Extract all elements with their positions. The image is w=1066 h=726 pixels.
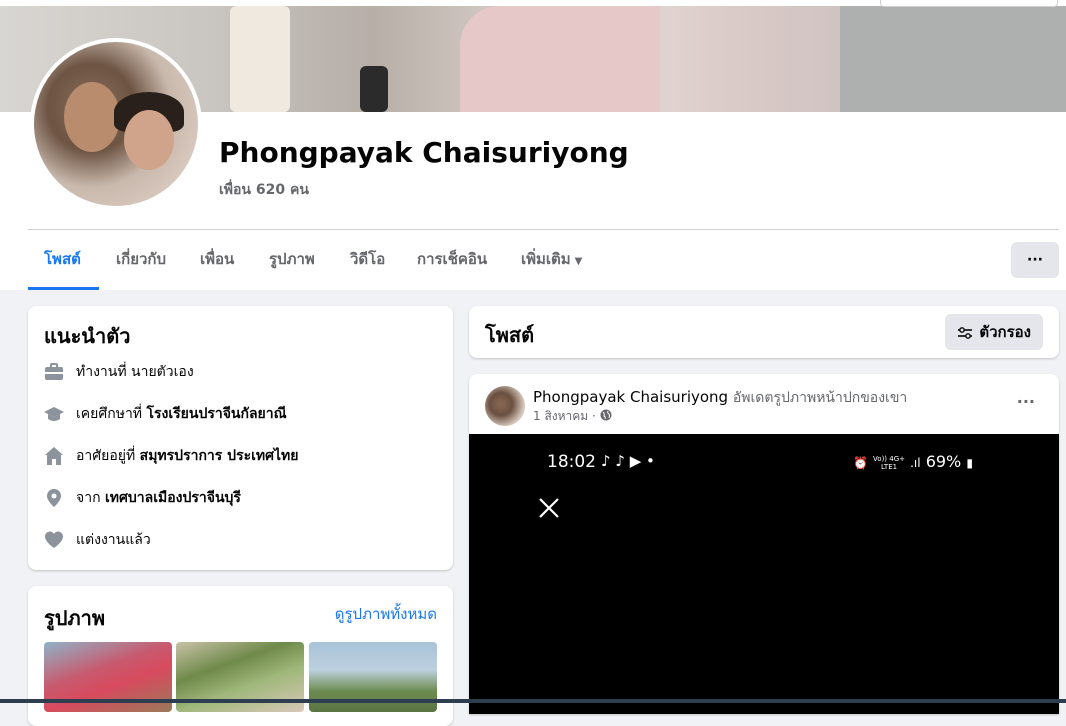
- globe-icon: [600, 409, 612, 421]
- friend-count[interactable]: เพื่อน 620 คน: [219, 179, 309, 201]
- avatar-image: [34, 42, 198, 206]
- sliders-icon: [958, 326, 973, 339]
- location-pin-icon: [47, 489, 61, 507]
- intro-education-prefix: เคยศึกษาที่: [76, 406, 147, 422]
- avatar-face-1: [64, 82, 120, 152]
- post-action-text: อัพเดตรูปภาพหน้าปกของเขา: [732, 390, 908, 406]
- close-icon: [539, 498, 559, 518]
- post-card: Phongpayak Chaisuriyong อัพเดตรูปภาพหน้า…: [469, 374, 1059, 714]
- cover-shape-watch: [360, 66, 388, 112]
- photos-card: รูปภาพ ดูรูปภาพทั้งหมด: [28, 586, 453, 726]
- see-all-photos-link[interactable]: ดูรูปภาพทั้งหมด: [335, 602, 437, 626]
- intro-from-value[interactable]: เทศบาลเมืองปราจีนบุรี: [105, 490, 241, 506]
- caret-down-icon: ▼: [574, 256, 583, 267]
- cover-shape-person: [460, 6, 660, 112]
- taskbar-edge: [0, 699, 1066, 703]
- intro-title: แนะนำตัว: [44, 324, 131, 348]
- cover-shape-cup: [230, 6, 290, 112]
- tab-photos-label: รูปภาพ: [269, 250, 315, 268]
- photos-title[interactable]: รูปภาพ: [44, 602, 105, 634]
- phone-status-time: 18:02: [547, 452, 596, 472]
- filter-button[interactable]: ตัวกรอง: [945, 314, 1043, 350]
- profile-avatar[interactable]: [30, 38, 202, 210]
- briefcase-icon: [45, 363, 63, 380]
- signal-icon: .ıl: [910, 456, 921, 470]
- tab-about[interactable]: เกี่ยวกับ: [116, 230, 166, 288]
- home-icon: [45, 447, 63, 465]
- phone-status-right: ⏰ Vo)) 4G+ LTE1 .ıl 69% ▮: [853, 452, 973, 471]
- posts-title: โพสต์: [485, 323, 535, 347]
- intro-from-prefix: จาก: [76, 490, 105, 506]
- intro-work-prefix: ทำงานที่: [76, 364, 132, 380]
- intro-card: แนะนำตัว ทำงานที่ นายตัวเอง เคยศึกษาที่ …: [28, 306, 453, 570]
- post-meta: 1 สิงหาคม ·: [533, 407, 612, 426]
- intro-education-value[interactable]: โรงเรียนปราจีนกัลยาณี: [147, 406, 287, 422]
- edit-cover-button[interactable]: [880, 0, 1058, 7]
- network-bottom-label: LTE1: [880, 462, 898, 471]
- intro-lives-value[interactable]: สมุทรปราการ ประเทศไทย: [140, 448, 299, 464]
- post-options-button[interactable]: ···: [1017, 392, 1035, 411]
- avatar-face-2: [124, 110, 174, 170]
- post-header: Phongpayak Chaisuriyong อัพเดตรูปภาพหน้า…: [533, 387, 907, 409]
- posts-header-card: โพสต์ ตัวกรอง: [469, 306, 1059, 358]
- intro-work-value[interactable]: นายตัวเอง: [131, 364, 194, 380]
- tab-friends-label: เพื่อน: [200, 250, 235, 268]
- tab-checkins-label: การเช็คอิน: [417, 250, 488, 268]
- tiktok-icon: ♪: [601, 452, 611, 470]
- tiktok-icon: ♪: [615, 452, 625, 470]
- graduation-cap-icon: [44, 407, 64, 421]
- battery-icon: ▮: [966, 456, 973, 470]
- network-indicator: Vo)) 4G+ LTE1: [873, 455, 905, 471]
- tab-checkins[interactable]: การเช็คอิน: [417, 230, 487, 288]
- active-tab-indicator: [28, 287, 99, 290]
- battery-level: 69%: [925, 452, 962, 471]
- cover-shape-background: [840, 6, 1066, 112]
- profile-name: Phongpayak Chaisuriyong: [219, 136, 629, 169]
- dot-icon: •: [646, 452, 655, 470]
- network-top-label: Vo)) 4G+: [873, 454, 906, 463]
- post-date[interactable]: 1 สิงหาคม ·: [533, 409, 600, 423]
- post-author-name[interactable]: Phongpayak Chaisuriyong: [533, 388, 728, 406]
- filter-label: ตัวกรอง: [979, 323, 1031, 341]
- tab-posts[interactable]: โพสต์: [44, 230, 81, 288]
- tab-videos-label: วิดีโอ: [350, 250, 386, 268]
- tab-posts-label: โพสต์: [44, 250, 81, 268]
- phone-status-icons: ♪ ♪ ▶ •: [601, 452, 655, 470]
- intro-lives-prefix: อาศัยอยู่ที่: [76, 448, 140, 464]
- heart-icon: [45, 531, 63, 548]
- tab-photos[interactable]: รูปภาพ: [269, 230, 315, 288]
- tab-more[interactable]: เพิ่มเติม ▼: [521, 230, 582, 288]
- post-author-avatar[interactable]: [485, 386, 525, 426]
- youtube-icon: ▶: [629, 452, 642, 470]
- profile-more-button[interactable]: ···: [1011, 242, 1059, 278]
- intro-relationship-value: แต่งงานแล้ว: [76, 532, 151, 548]
- tab-videos[interactable]: วิดีโอ: [350, 230, 385, 288]
- alarm-icon: ⏰: [853, 456, 868, 470]
- tab-friends[interactable]: เพื่อน: [200, 230, 234, 288]
- post-image[interactable]: 18:02 ♪ ♪ ▶ • ⏰ Vo)) 4G+ LTE1 .ıl 69% ▮: [469, 434, 1059, 714]
- tab-about-label: เกี่ยวกับ: [116, 250, 167, 268]
- tab-more-label: เพิ่มเติม: [521, 250, 571, 268]
